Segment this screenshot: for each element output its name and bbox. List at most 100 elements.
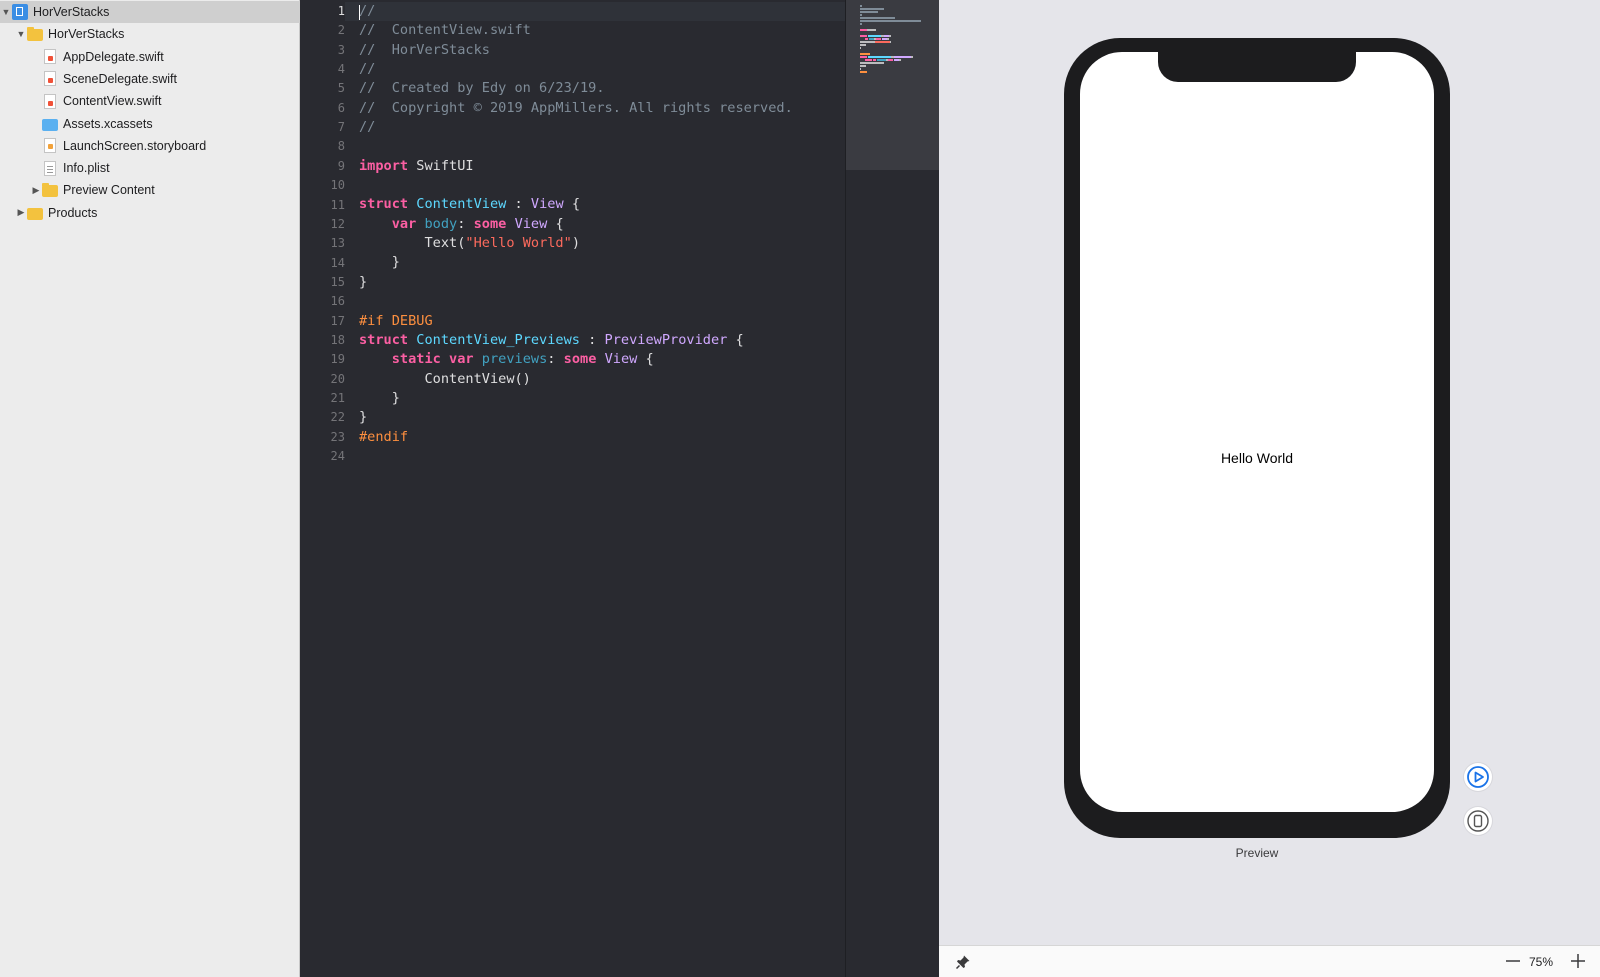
- navigator-item[interactable]: ▶ Preview Content: [0, 179, 300, 201]
- play-icon: [1467, 766, 1489, 788]
- code-line[interactable]: [359, 137, 793, 156]
- code-line[interactable]: }: [359, 389, 793, 408]
- line-number: 4: [337, 62, 345, 77]
- code-line[interactable]: static var previews: some View {: [359, 350, 793, 369]
- preview-label: Preview: [1235, 846, 1279, 860]
- device-screen[interactable]: Hello World: [1080, 52, 1434, 812]
- code-token: Text(: [359, 235, 466, 252]
- products-folder-icon: [27, 207, 43, 220]
- navigator-item[interactable]: ▼ HorVerStacks: [0, 1, 300, 23]
- minimap-mark: [894, 56, 911, 58]
- code-line[interactable]: ContentView(): [359, 370, 793, 389]
- disclosure-open-icon[interactable]: ▼: [0, 1, 12, 23]
- code-line[interactable]: }: [359, 273, 793, 292]
- minimap-mark: [899, 59, 901, 61]
- line-number: 16: [330, 294, 345, 309]
- code-token: previews: [481, 351, 548, 368]
- device-notch: [1158, 52, 1356, 82]
- navigator-item[interactable]: Assets.xcassets: [0, 113, 300, 135]
- code-line[interactable]: // Created by Edy on 6/23/19.: [359, 79, 793, 98]
- minimap-mark: [868, 35, 881, 37]
- line-number: 2: [337, 23, 345, 38]
- navigator-item[interactable]: ▶ Products: [0, 202, 300, 224]
- code-line[interactable]: // Copyright © 2019 AppMillers. All righ…: [359, 99, 793, 118]
- code-token: // ContentView.swift: [359, 22, 531, 39]
- pin-icon[interactable]: [955, 954, 971, 970]
- zoom-level[interactable]: 75%: [1529, 955, 1553, 969]
- code-token: View: [604, 351, 638, 368]
- code-line[interactable]: [359, 447, 793, 466]
- navigator-item[interactable]: ContentView.swift: [0, 90, 300, 112]
- code-line[interactable]: #if DEBUG: [359, 312, 793, 331]
- line-number: 10: [330, 178, 345, 193]
- code-line[interactable]: struct ContentView : View {: [359, 195, 793, 214]
- navigator-item-label: Info.plist: [63, 161, 110, 176]
- line-number: 1: [337, 4, 345, 18]
- code-line[interactable]: struct ContentView_Previews : PreviewPro…: [359, 331, 793, 350]
- preview-on-device-button[interactable]: [1464, 807, 1492, 835]
- line-number: 3: [337, 42, 345, 57]
- code-token: // HorVerStacks: [359, 41, 490, 58]
- line-number: 9: [337, 158, 345, 173]
- code-line[interactable]: //: [359, 118, 793, 137]
- code-line[interactable]: }: [359, 408, 793, 427]
- code-token: :: [506, 196, 531, 213]
- navigator-item[interactable]: AppDelegate.swift: [0, 46, 300, 68]
- line-number-gutter: 1 2 3 4 5 6 7 8 9 10 11 12 13 14 15 16 17 18 19 20 21 22 23 24: [300, 0, 345, 977]
- navigator-item-label: HorVerStacks: [48, 27, 125, 42]
- code-line[interactable]: var body: some View {: [359, 215, 793, 234]
- code-line[interactable]: // ContentView.swift: [359, 21, 793, 40]
- minimap-mark: [860, 44, 866, 46]
- code-line[interactable]: [359, 292, 793, 311]
- navigator-item-label: HorVerStacks: [33, 5, 110, 19]
- navigator-item[interactable]: LaunchScreen.storyboard: [0, 135, 300, 157]
- line-number: 14: [330, 255, 345, 270]
- code-line[interactable]: //: [359, 2, 793, 21]
- code-token: struct: [359, 331, 409, 348]
- disclosure-closed-icon[interactable]: ▶: [15, 202, 27, 224]
- minimap-mark: [911, 56, 913, 58]
- disclosure-open-icon[interactable]: ▼: [15, 23, 27, 45]
- zoom-in-icon[interactable]: [1569, 952, 1587, 970]
- swift-file-icon: [44, 93, 56, 109]
- source-code[interactable]: // // ContentView.swift // HorVerStacks // /…: [359, 2, 793, 466]
- code-token: View: [530, 196, 564, 213]
- navigator-item[interactable]: Info.plist: [0, 157, 300, 179]
- plist-file-icon: [44, 160, 56, 176]
- code-token: //: [359, 119, 376, 136]
- code-token: // Copyright © 2019 AppMillers. All righ…: [359, 99, 793, 116]
- code-line[interactable]: //: [359, 60, 793, 79]
- line-number: 12: [330, 216, 345, 231]
- code-token: ): [571, 235, 580, 252]
- code-editor[interactable]: 1 2 3 4 5 6 7 8 9 10 11 12 13 14 15 16 17 18 19 20 21 22 23 24 …: [300, 0, 845, 977]
- minimap[interactable]: [845, 0, 940, 977]
- code-line[interactable]: [359, 176, 793, 195]
- code-token: SwiftUI: [408, 157, 474, 174]
- live-preview-button[interactable]: [1464, 763, 1492, 791]
- minimap-visible-region[interactable]: [846, 0, 940, 170]
- code-token: View: [514, 215, 548, 232]
- line-number: 22: [330, 410, 345, 425]
- code-token: }: [359, 254, 400, 271]
- code-line[interactable]: }: [359, 253, 793, 272]
- navigator-item[interactable]: SceneDelegate.swift: [0, 68, 300, 90]
- code-token: "Hello World": [465, 235, 572, 252]
- navigator-item-label: Assets.xcassets: [63, 116, 153, 131]
- code-line[interactable]: // HorVerStacks: [359, 41, 793, 60]
- code-token: body: [424, 215, 458, 232]
- code-token: #if DEBUG: [359, 312, 433, 329]
- navigator-item[interactable]: ▼ HorVerStacks: [0, 23, 300, 45]
- code-line[interactable]: Text("Hello World"): [359, 234, 793, 253]
- storyboard-file-icon: [44, 138, 56, 154]
- zoom-out-icon[interactable]: [1504, 952, 1522, 970]
- code-token: some: [473, 215, 507, 232]
- code-line[interactable]: #endif: [359, 428, 793, 447]
- code-line[interactable]: import SwiftUI: [359, 157, 793, 176]
- code-token: }: [359, 273, 368, 290]
- disclosure-closed-icon[interactable]: ▶: [30, 179, 42, 201]
